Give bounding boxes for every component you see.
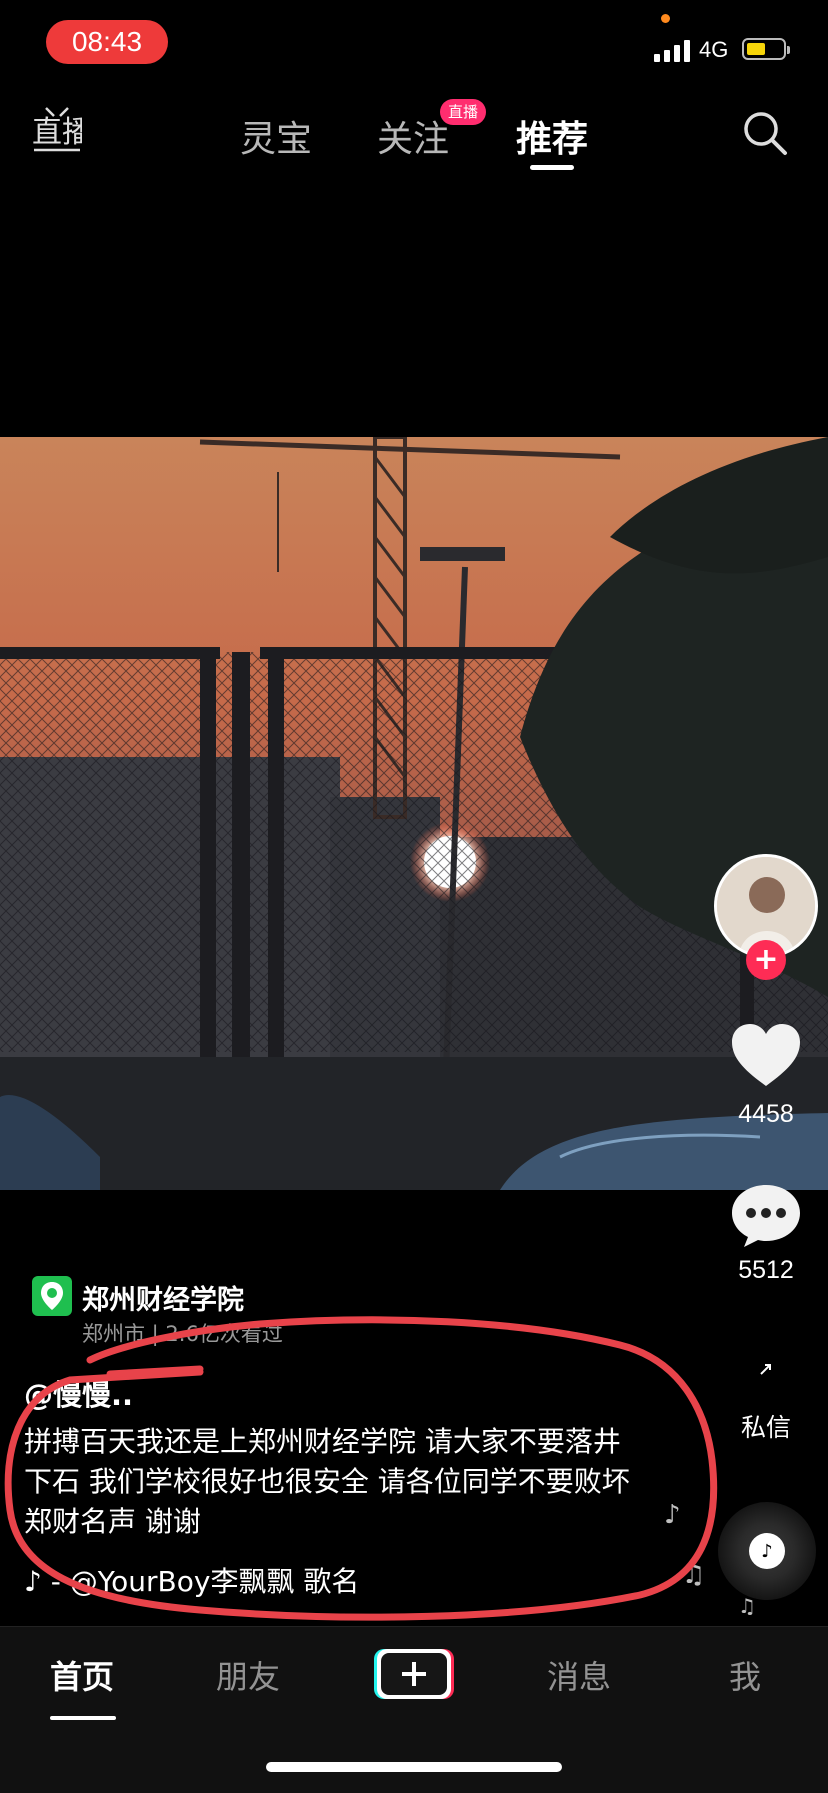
- status-time: 08:43: [46, 20, 168, 64]
- like-count: 4458: [738, 1100, 794, 1128]
- search-icon[interactable]: [742, 110, 788, 156]
- location-pin-icon[interactable]: [32, 1276, 72, 1316]
- share-icon[interactable]: [760, 1360, 772, 1375]
- tab-following[interactable]: 关注: [377, 110, 449, 162]
- music-credit[interactable]: ♪ - @YourBoy李飘飘 歌名: [24, 1560, 359, 1600]
- live-tv-icon[interactable]: 直播: [32, 104, 92, 154]
- tab-friends[interactable]: 朋友: [216, 1652, 280, 1698]
- tab-me[interactable]: 我: [729, 1652, 761, 1698]
- home-indicator[interactable]: [266, 1762, 562, 1772]
- location-stats: 郑州市 | 2.6亿次看过: [82, 1322, 283, 1346]
- signal-icon: [654, 38, 690, 62]
- video-player[interactable]: [0, 437, 828, 1190]
- comment-icon[interactable]: [730, 1183, 802, 1249]
- live-badge: 直播: [440, 99, 487, 125]
- author-name[interactable]: @慢慢..: [24, 1372, 133, 1414]
- location-name[interactable]: 郑州财经学院: [82, 1278, 244, 1317]
- tab-recommended[interactable]: 推荐: [516, 110, 588, 162]
- create-post-button[interactable]: [374, 1646, 454, 1702]
- music-note-icon: ♪: [664, 1500, 681, 1530]
- follow-button[interactable]: +: [746, 940, 786, 980]
- network-type: 4G: [699, 37, 729, 62]
- post-caption: 拼搏百天我还是上郑州财经学院 请大家不要落井下石 我们学校很好也很安全 请各位同…: [24, 1425, 630, 1538]
- comment-count: 5512: [738, 1256, 794, 1284]
- tab-messages[interactable]: 消息: [547, 1652, 611, 1698]
- music-disc-cover-icon: ♪: [749, 1533, 785, 1569]
- active-tab-indicator: [50, 1716, 116, 1720]
- direct-message-button[interactable]: 私信: [706, 1408, 826, 1444]
- tab-home[interactable]: 首页: [50, 1652, 114, 1698]
- privacy-indicator: [661, 14, 670, 23]
- battery-icon: [742, 38, 790, 60]
- like-icon[interactable]: [730, 1022, 802, 1088]
- tab-lingbao[interactable]: 灵宝: [240, 110, 312, 162]
- active-tab-indicator: [530, 165, 574, 170]
- live-label: 直播: [32, 115, 82, 150]
- music-note-icon: ♫: [682, 1560, 706, 1590]
